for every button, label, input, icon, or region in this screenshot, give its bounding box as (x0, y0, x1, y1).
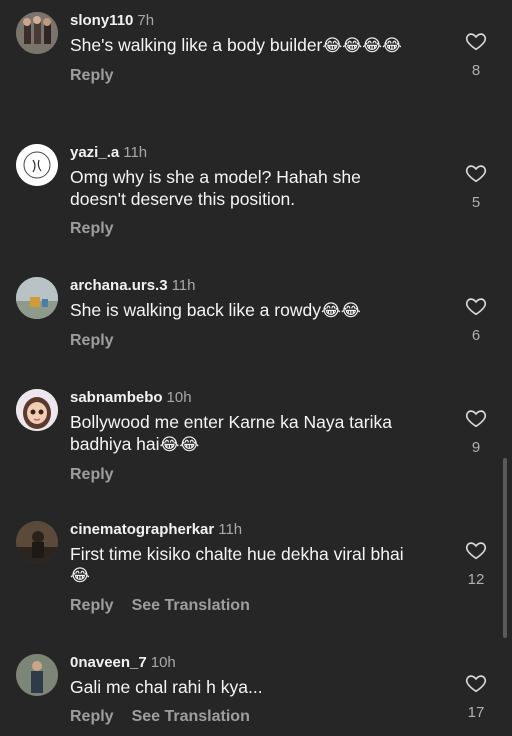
comment-emoji: 😂 (70, 566, 90, 585)
avatar-image-icon (16, 12, 58, 54)
reply-button[interactable]: Reply (70, 67, 114, 84)
reply-button[interactable]: Reply (70, 597, 114, 614)
comment-body: archana.urs.3 11h She is walking back lik… (70, 277, 440, 352)
avatar[interactable] (16, 144, 58, 186)
comment-emoji: 😂😂 (320, 301, 361, 320)
timestamp: 7h (137, 12, 155, 29)
comment-meta: 0naveen_7 10h (70, 654, 440, 672)
like-count: 5 (471, 194, 481, 211)
username[interactable]: sabnambebo (70, 389, 163, 406)
comment-text-body: Omg why is she a model? Hahah she doesn'… (70, 167, 361, 209)
reply-button[interactable]: Reply (70, 220, 114, 237)
avatar-image-icon (16, 389, 58, 431)
comment-body: yazi_.a 11h Omg why is she a model? Hahah… (70, 144, 440, 240)
comment-actions: Reply (70, 466, 440, 486)
timestamp: 10h (150, 654, 176, 671)
username[interactable]: yazi_.a (70, 144, 119, 161)
like-count: 8 (471, 62, 481, 79)
comment-text-body: She is walking back like a rowdy (70, 300, 321, 320)
avatar[interactable] (16, 654, 58, 696)
username[interactable]: slony110 (70, 12, 133, 29)
comment-text: Bollywood me enter Karne ka Naya tarika … (70, 411, 422, 456)
reply-button[interactable]: Reply (70, 332, 114, 349)
comment-emoji: 😂😂 (159, 435, 200, 454)
avatar[interactable] (16, 389, 58, 431)
comment-text-body: She's walking like a body builder (70, 35, 323, 55)
comment-meta: sabnambebo 10h (70, 389, 440, 407)
comment-meta: slony110 7h (70, 12, 440, 30)
comment-text: She's walking like a body builder😂😂😂😂 (70, 34, 430, 57)
like-control: 12 (460, 539, 492, 588)
comment-emoji: 😂😂😂😂 (322, 36, 402, 55)
like-control: 8 (460, 30, 492, 79)
comment-actions: Reply See Translation (70, 597, 440, 617)
like-count: 17 (467, 704, 485, 721)
username[interactable]: archana.urs.3 (70, 277, 168, 294)
timestamp: 11h (171, 277, 196, 294)
avatar-image-icon (16, 521, 58, 563)
avatar-image-icon (16, 277, 58, 319)
see-translation-button[interactable]: See Translation (132, 597, 250, 614)
comment-text: Gali me chal rahi h kya... (70, 676, 440, 698)
username[interactable]: 0naveen_7 (70, 654, 147, 671)
comment-text-body: First time kisiko chalte hue dekha viral… (70, 544, 404, 564)
see-translation-button[interactable]: See Translation (132, 708, 250, 725)
comment-body: 0naveen_7 10h Gali me chal rahi h kya... … (70, 654, 440, 728)
comment-text-body: Gali me chal rahi h kya... (70, 677, 263, 697)
avatar[interactable] (16, 12, 58, 54)
scrollbar[interactable] (503, 458, 507, 638)
username[interactable]: cinematographerkar (70, 521, 214, 538)
comment-text: She is walking back like a rowdy😂😂 (70, 299, 440, 322)
heart-outline-icon[interactable] (465, 407, 487, 429)
like-control: 9 (460, 407, 492, 456)
heart-outline-icon[interactable] (465, 162, 487, 184)
heart-outline-icon[interactable] (465, 539, 487, 561)
comment-actions: Reply See Translation (70, 708, 440, 728)
comment-meta: archana.urs.3 11h (70, 277, 440, 295)
heart-outline-icon[interactable] (465, 295, 487, 317)
comment-text: Omg why is she a model? Hahah she doesn'… (70, 166, 390, 210)
comment-text: First time kisiko chalte hue dekha viral… (70, 543, 445, 587)
comment-actions: Reply (70, 332, 440, 352)
like-count: 6 (471, 327, 481, 344)
avatar[interactable] (16, 521, 58, 563)
like-control: 6 (460, 295, 492, 344)
reply-button[interactable]: Reply (70, 708, 114, 725)
comment-body: slony110 7h She's walking like a body bui… (70, 12, 440, 87)
comment-body: sabnambebo 10h Bollywood me enter Karne k… (70, 389, 440, 486)
comment-meta: yazi_.a 11h (70, 144, 440, 162)
avatar-image-icon (16, 654, 58, 696)
comment-meta: cinematographerkar 11h (70, 521, 440, 539)
heart-outline-icon[interactable] (465, 672, 487, 694)
avatar-logo-icon (16, 144, 58, 186)
timestamp: 10h (166, 389, 192, 406)
reply-button[interactable]: Reply (70, 466, 114, 483)
like-count: 9 (471, 439, 481, 456)
like-control: 5 (460, 162, 492, 211)
like-control: 17 (460, 672, 492, 721)
timestamp: 11h (123, 144, 148, 161)
comment-body: cinematographerkar 11h First time kisiko … (70, 521, 440, 617)
comment-actions: Reply (70, 220, 440, 240)
comment-text-body: Bollywood me enter Karne ka Naya tarika … (70, 412, 392, 454)
avatar[interactable] (16, 277, 58, 319)
timestamp: 11h (218, 521, 243, 538)
like-count: 12 (467, 571, 485, 588)
comment-actions: Reply (70, 67, 440, 87)
heart-outline-icon[interactable] (465, 30, 487, 52)
